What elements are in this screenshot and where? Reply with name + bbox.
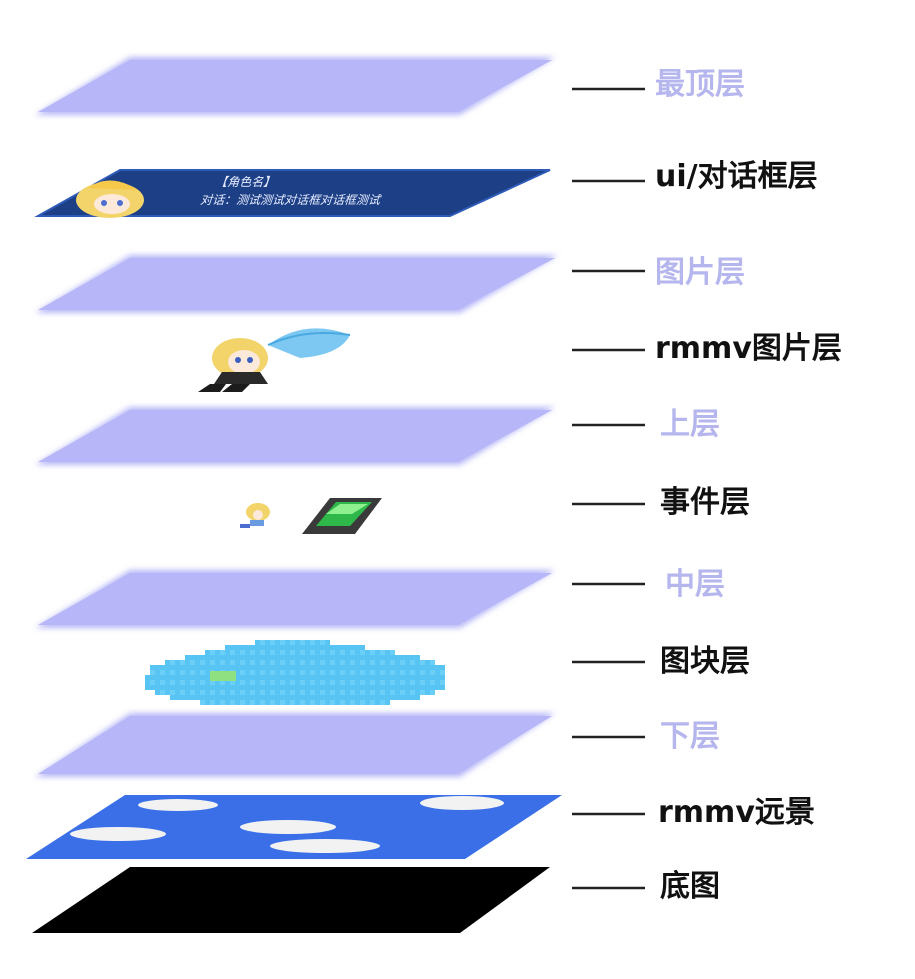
layer-base-plane xyxy=(32,867,550,933)
label-picture: 图片层 xyxy=(655,255,745,290)
layer-stack-diagram: 【角色名】 对话：测试测试对话框对话框测试 最顶层 ui/对话框层 图片层 rm… xyxy=(26,57,842,933)
dialog-text-line: 对话：测试测试对话框对话框测试 xyxy=(199,192,384,207)
label-top: 最顶层 xyxy=(655,67,745,102)
layer-rmmv-parallax-plane xyxy=(26,795,562,859)
label-rmmv-parallax: rmmv远景 xyxy=(658,795,815,830)
connector-lines xyxy=(572,87,645,890)
layer-middle-plane xyxy=(35,570,555,628)
label-base: 底图 xyxy=(660,869,720,904)
layer-upper-plane xyxy=(35,407,555,465)
layer-picture-plane xyxy=(35,255,558,313)
layer-ui-dialog-plane: 【角色名】 对话：测试测试对话框对话框测试 xyxy=(34,169,551,218)
label-event: 事件层 xyxy=(660,485,750,520)
event-green-switch-icon xyxy=(302,498,382,534)
label-upper: 上层 xyxy=(660,407,720,442)
rmmv-picture-sprite-icon xyxy=(198,328,351,392)
layer-lower-plane xyxy=(35,713,555,777)
event-character-icon xyxy=(240,503,270,528)
label-rmmv-picture: rmmv图片层 xyxy=(655,331,842,366)
dialog-name-line: 【角色名】 xyxy=(214,174,279,189)
label-ui: ui/对话框层 xyxy=(655,159,818,194)
label-middle: 中层 xyxy=(665,567,725,602)
layer-top-plane xyxy=(35,57,555,115)
tile-pixel-cloud-icon xyxy=(145,640,445,705)
label-tile: 图块层 xyxy=(660,644,750,679)
label-lower: 下层 xyxy=(660,719,720,754)
